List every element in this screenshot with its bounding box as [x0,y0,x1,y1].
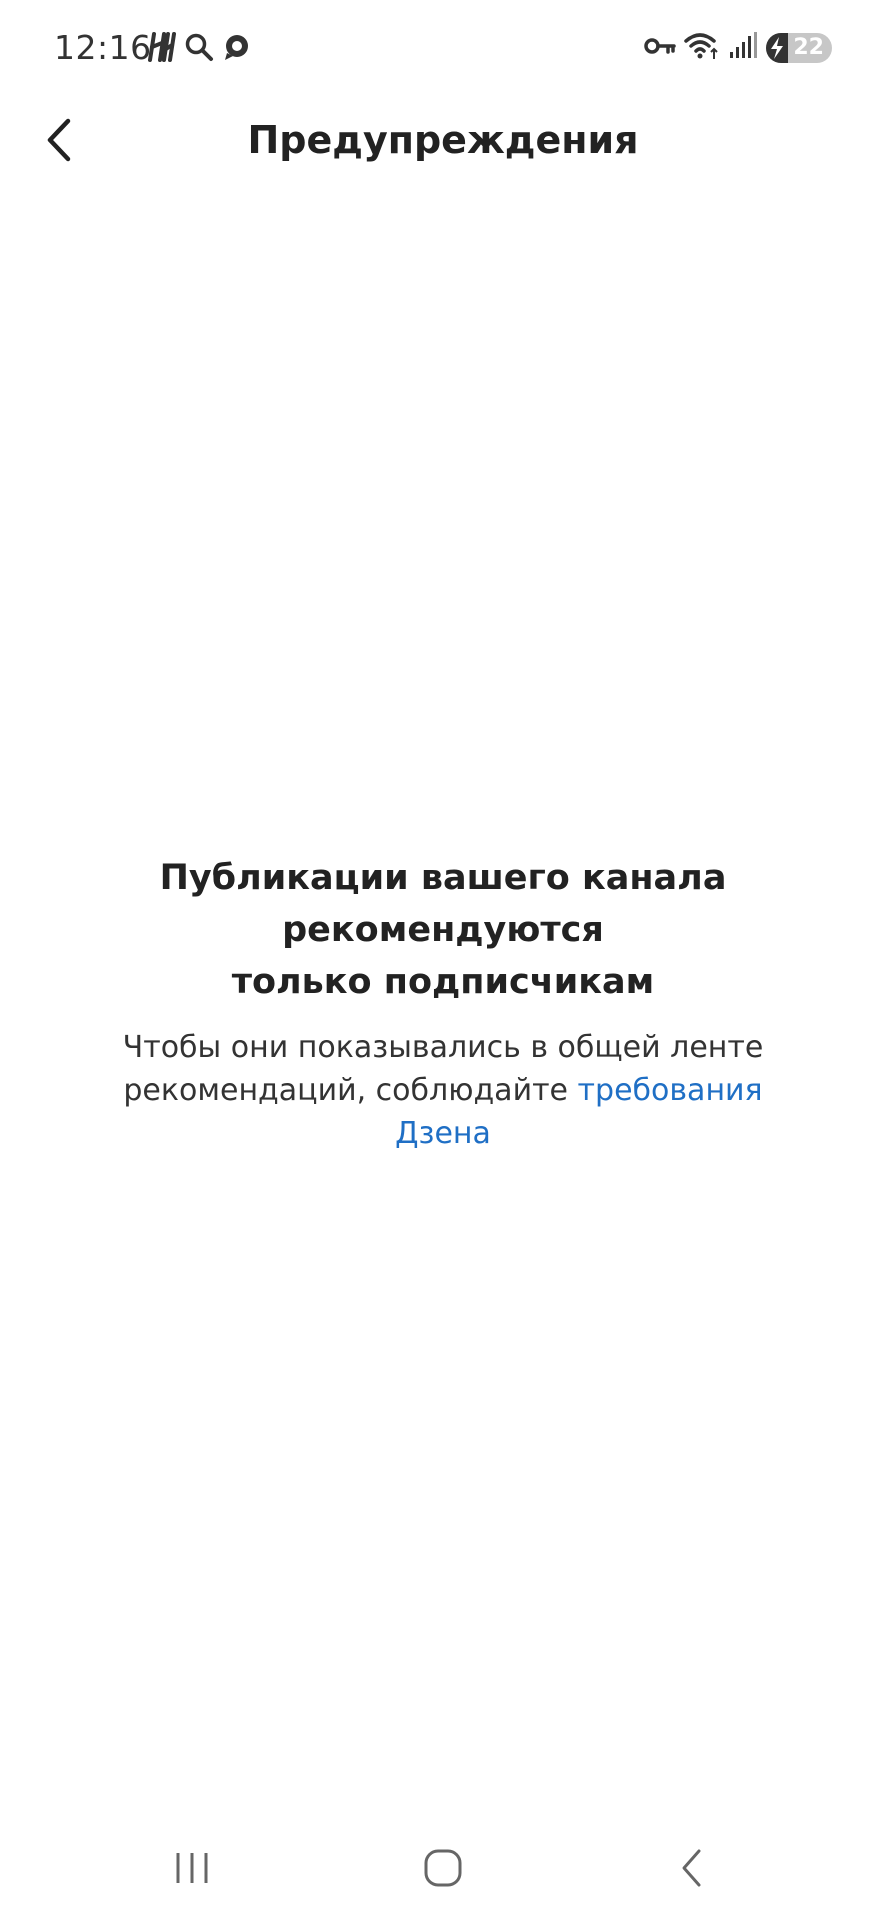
message-title: Публикации вашего канала рекомендуются т… [80,852,806,1008]
recent-apps-button[interactable] [152,1838,232,1898]
message-body-text: рекомендаций, соблюдайте [123,1073,578,1108]
key-icon [644,35,676,61]
empty-state-message: Публикации вашего канала рекомендуются т… [80,852,806,1155]
back-icon [682,1849,701,1887]
zen-requirements-link[interactable]: требования [578,1073,763,1108]
message-body-line: рекомендаций, соблюдайте требования [80,1069,806,1112]
home-button[interactable] [403,1838,483,1898]
page-title: Предупреждения [247,118,639,162]
message-body-line: Дзена [80,1112,806,1155]
back-button[interactable] [34,110,84,170]
chevron-left-icon [47,118,71,162]
status-time: 12:16 [54,28,152,67]
chat-bubble-icon [222,33,250,65]
signal-icon [728,32,758,64]
system-back-button[interactable] [652,1838,732,1898]
message-body: Чтобы они показывались в общей ленте рек… [80,1026,806,1155]
system-nav-bar [0,1820,886,1920]
message-title-line: рекомендуются [282,910,604,950]
home-icon [424,1849,462,1887]
recent-apps-icon [176,1853,208,1883]
search-icon [184,32,214,66]
battery-level: 22 [793,35,824,60]
status-bar: 12:16 22 [0,0,886,100]
message-body-line: Чтобы они показывались в общей ленте [122,1030,764,1065]
message-title-line: только подписчикам [231,962,655,1002]
status-left-icons [148,32,250,66]
status-right-icons: 22 [644,30,832,66]
wifi-icon [684,31,720,65]
hh-app-icon [148,31,176,67]
battery-charging-icon: 22 [766,33,832,63]
zen-requirements-link-continued[interactable]: Дзена [395,1116,491,1151]
header: Предупреждения [0,100,886,210]
screen: 12:16 22 Предупреждения Публикации вашег… [0,0,886,1920]
message-title-line: Публикации вашего канала [159,858,727,898]
